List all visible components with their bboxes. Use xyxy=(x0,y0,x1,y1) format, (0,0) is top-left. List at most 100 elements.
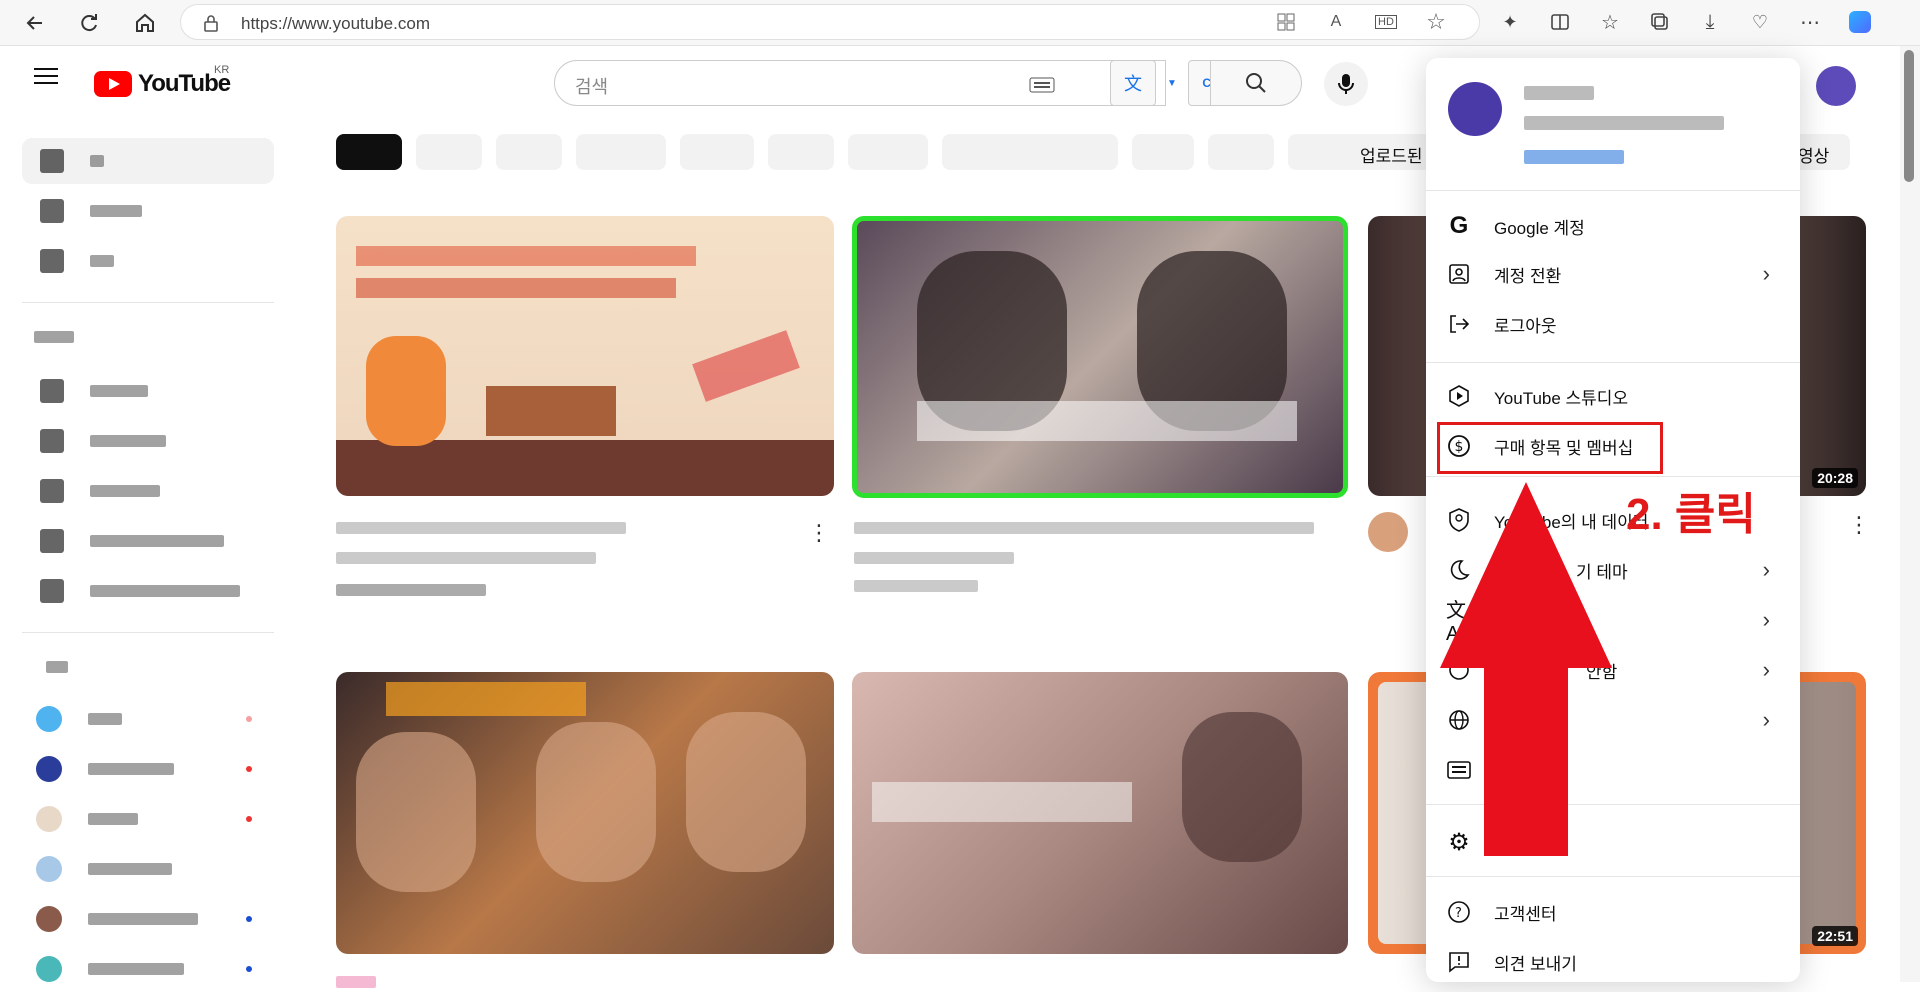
chip[interactable] xyxy=(1132,134,1194,170)
video-thumbnail[interactable] xyxy=(336,672,834,954)
dropdown-icon[interactable]: ▼ xyxy=(1162,60,1182,106)
chevron-right-icon: › xyxy=(1762,261,1770,286)
youtube-logo[interactable]: YouTube KR xyxy=(94,64,231,98)
menu-item-help[interactable]: ? 고객센터 xyxy=(1426,890,1800,934)
sidebar-section-subscriptions[interactable] xyxy=(22,644,274,690)
video-channel[interactable] xyxy=(854,552,1014,564)
extensions-icon[interactable]: ✦ xyxy=(1496,8,1524,36)
url-text: https://www.youtube.com xyxy=(241,14,430,33)
sidebar-item-home[interactable] xyxy=(22,138,274,184)
menu-item-send-feedback[interactable]: 의견 보내기 xyxy=(1426,940,1800,984)
duration-badge: 22:51 xyxy=(1812,926,1858,946)
sidebar-subscription-item[interactable] xyxy=(22,796,274,842)
video-title[interactable] xyxy=(336,522,626,534)
channel-avatar[interactable] xyxy=(1368,512,1408,552)
video-icon xyxy=(40,529,64,553)
browser-toolbar: https://www.youtube.com A HD ☆ ✦ ☆ ⤓ ♡ ⋯ xyxy=(0,0,1920,46)
video-title[interactable] xyxy=(336,552,596,564)
chip[interactable] xyxy=(576,134,666,170)
mic-button[interactable] xyxy=(1324,62,1368,106)
sidebar-item-history[interactable] xyxy=(22,418,274,464)
sidebar-item-your-videos[interactable] xyxy=(22,518,274,564)
channel-icon xyxy=(40,379,64,403)
refresh-icon[interactable] xyxy=(74,8,104,38)
translate-extension-icon[interactable]: 文 xyxy=(1110,60,1156,106)
hamburger-menu-icon[interactable] xyxy=(34,66,58,91)
svg-text:?: ? xyxy=(1455,906,1462,921)
collections-icon[interactable] xyxy=(1646,8,1674,36)
sidebar-subscription-item[interactable] xyxy=(22,746,274,792)
sidebar-subscription-item[interactable] xyxy=(22,846,274,892)
help-icon: ? xyxy=(1446,899,1472,925)
more-vert-icon[interactable]: ⋮ xyxy=(1848,512,1870,538)
more-icon[interactable]: ⋯ xyxy=(1796,8,1824,36)
view-channel-link[interactable] xyxy=(1524,150,1624,164)
search-button[interactable] xyxy=(1210,60,1302,106)
menu-item-switch-account[interactable]: 계정 전환 › xyxy=(1426,252,1800,296)
split-screen-icon[interactable] xyxy=(1546,8,1574,36)
chip[interactable] xyxy=(680,134,754,170)
chevron-right-icon: › xyxy=(1762,557,1770,582)
sidebar-item-shorts[interactable] xyxy=(22,188,274,234)
copilot-icon[interactable] xyxy=(1846,8,1874,36)
sidebar-section-you[interactable] xyxy=(22,314,274,360)
channel-avatar xyxy=(36,806,62,832)
chip[interactable] xyxy=(416,134,482,170)
video-thumbnail[interactable] xyxy=(852,216,1348,498)
chip[interactable] xyxy=(1208,134,1274,170)
divider xyxy=(22,632,274,633)
video-thumbnail[interactable] xyxy=(336,216,834,496)
divider xyxy=(1426,476,1800,477)
chip[interactable] xyxy=(768,134,834,170)
video-thumbnail[interactable] xyxy=(852,672,1348,954)
studio-icon xyxy=(1446,383,1472,409)
menu-item-google-account[interactable]: G Google 계정 xyxy=(1426,204,1800,248)
divider xyxy=(1426,362,1800,363)
highlight-box xyxy=(1437,422,1663,474)
channel-avatar xyxy=(36,906,62,932)
read-aloud-icon[interactable]: A xyxy=(1322,8,1350,36)
sidebar-subscription-item[interactable] xyxy=(22,896,274,942)
sidebar-subscription-item[interactable] xyxy=(22,946,274,992)
sidebar-item-channel[interactable] xyxy=(22,368,274,414)
chip[interactable] xyxy=(942,134,1118,170)
sidebar-item-playlists[interactable] xyxy=(22,468,274,514)
favorites-icon[interactable]: ☆ xyxy=(1596,8,1624,36)
clock-icon xyxy=(40,579,64,603)
chip[interactable] xyxy=(848,134,928,170)
divider xyxy=(22,302,274,303)
apps-icon[interactable] xyxy=(1272,8,1300,36)
google-icon: G xyxy=(1449,212,1469,239)
channel-avatar xyxy=(36,756,62,782)
chip-all[interactable] xyxy=(336,134,402,170)
video-channel[interactable] xyxy=(336,584,486,596)
sidebar-subscription-item[interactable] xyxy=(22,696,274,742)
menu-item-sign-out[interactable]: 로그아웃 xyxy=(1426,302,1800,346)
account-name xyxy=(1524,86,1594,100)
video-title[interactable] xyxy=(854,522,1314,534)
menu-item-youtube-studio[interactable]: YouTube 스튜디오 xyxy=(1426,374,1800,418)
more-vert-icon[interactable]: ⋮ xyxy=(808,520,830,546)
downloads-icon[interactable]: ⤓ xyxy=(1696,8,1724,36)
region-code: KR xyxy=(214,64,230,76)
hd-icon[interactable]: HD xyxy=(1372,8,1400,36)
annotation-label: 2. 클릭 xyxy=(1626,490,1756,539)
arrow-up-icon xyxy=(1440,482,1612,856)
sidebar-item-watch-later[interactable] xyxy=(22,568,274,614)
scrollbar[interactable] xyxy=(1900,46,1920,982)
video-meta xyxy=(336,976,376,988)
chip[interactable] xyxy=(496,134,562,170)
keyboard-icon[interactable] xyxy=(1029,77,1055,98)
favorite-star-icon[interactable]: ☆ xyxy=(1422,8,1450,36)
back-icon[interactable] xyxy=(20,8,50,38)
shorts-icon xyxy=(40,199,64,223)
heart-icon[interactable]: ♡ xyxy=(1746,8,1774,36)
youtube-play-icon xyxy=(94,71,132,97)
channel-avatar xyxy=(36,956,62,982)
home-icon[interactable] xyxy=(130,8,160,38)
search-input[interactable]: 검색 xyxy=(554,60,1166,106)
channel-avatar xyxy=(36,706,62,732)
avatar[interactable] xyxy=(1816,66,1856,106)
sidebar-item-subscriptions[interactable] xyxy=(22,238,274,284)
scrollbar-thumb[interactable] xyxy=(1904,50,1914,182)
